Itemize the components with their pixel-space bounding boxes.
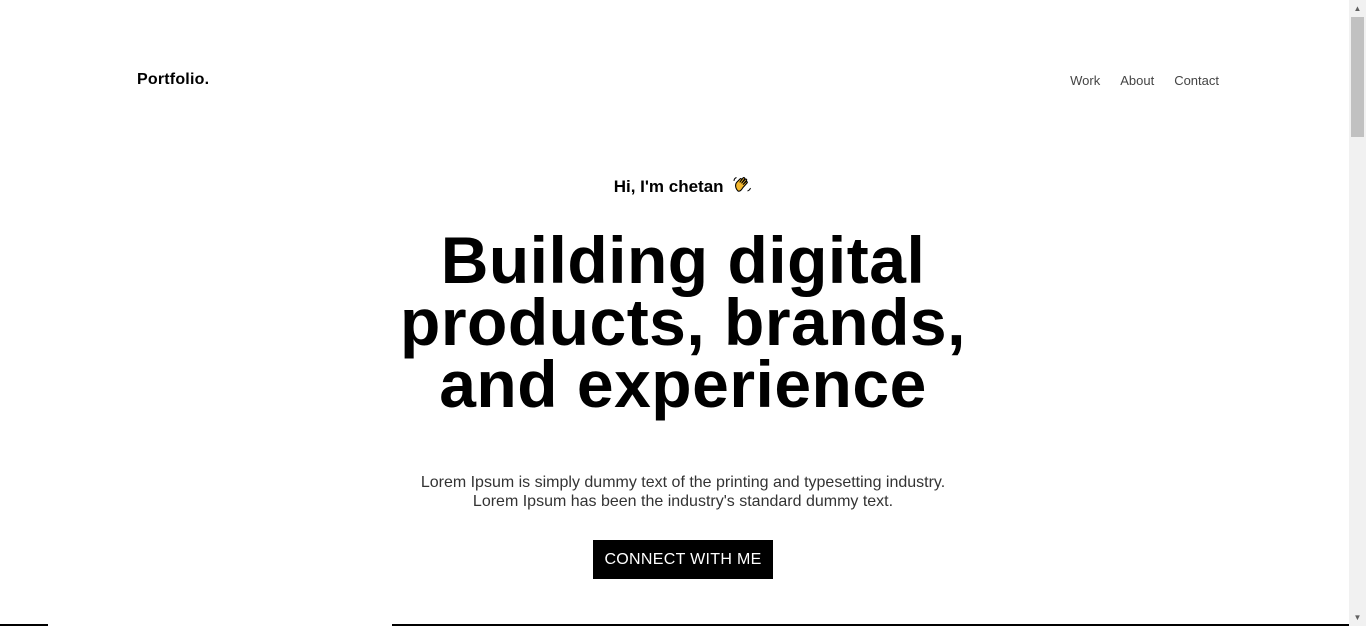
nav-about-link[interactable]: About	[1120, 73, 1154, 88]
hero-intro: Lorem Ipsum is simply dummy text of the …	[420, 474, 946, 510]
greeting-text: Hi, I'm chetan	[613, 177, 724, 196]
logo[interactable]: Portfolio.	[137, 71, 209, 89]
waving-hand-icon	[732, 175, 752, 197]
greeting: Hi, I'm chetan	[0, 175, 1366, 197]
nav-contact-link[interactable]: Contact	[1174, 73, 1219, 88]
page: Portfolio. Work About Contact Hi, I'm ch…	[0, 0, 1349, 626]
nav-work-link[interactable]: Work	[1070, 73, 1100, 88]
headline-line: and experience	[439, 347, 927, 421]
scroll-up-icon[interactable]: ▲	[1349, 0, 1366, 17]
vertical-scrollbar[interactable]: ▲ ▼	[1349, 0, 1366, 626]
scrollbar-thumb[interactable]	[1351, 17, 1364, 137]
scroll-down-icon[interactable]: ▼	[1349, 609, 1366, 626]
main-nav: Work About Contact	[1070, 73, 1219, 88]
connect-button[interactable]: CONNECT WITH ME	[593, 540, 773, 579]
hero-headline: Building digital products, brands, and e…	[0, 223, 1366, 421]
headline-line: products, brands,	[400, 285, 966, 359]
headline-line: Building digital	[440, 223, 926, 297]
